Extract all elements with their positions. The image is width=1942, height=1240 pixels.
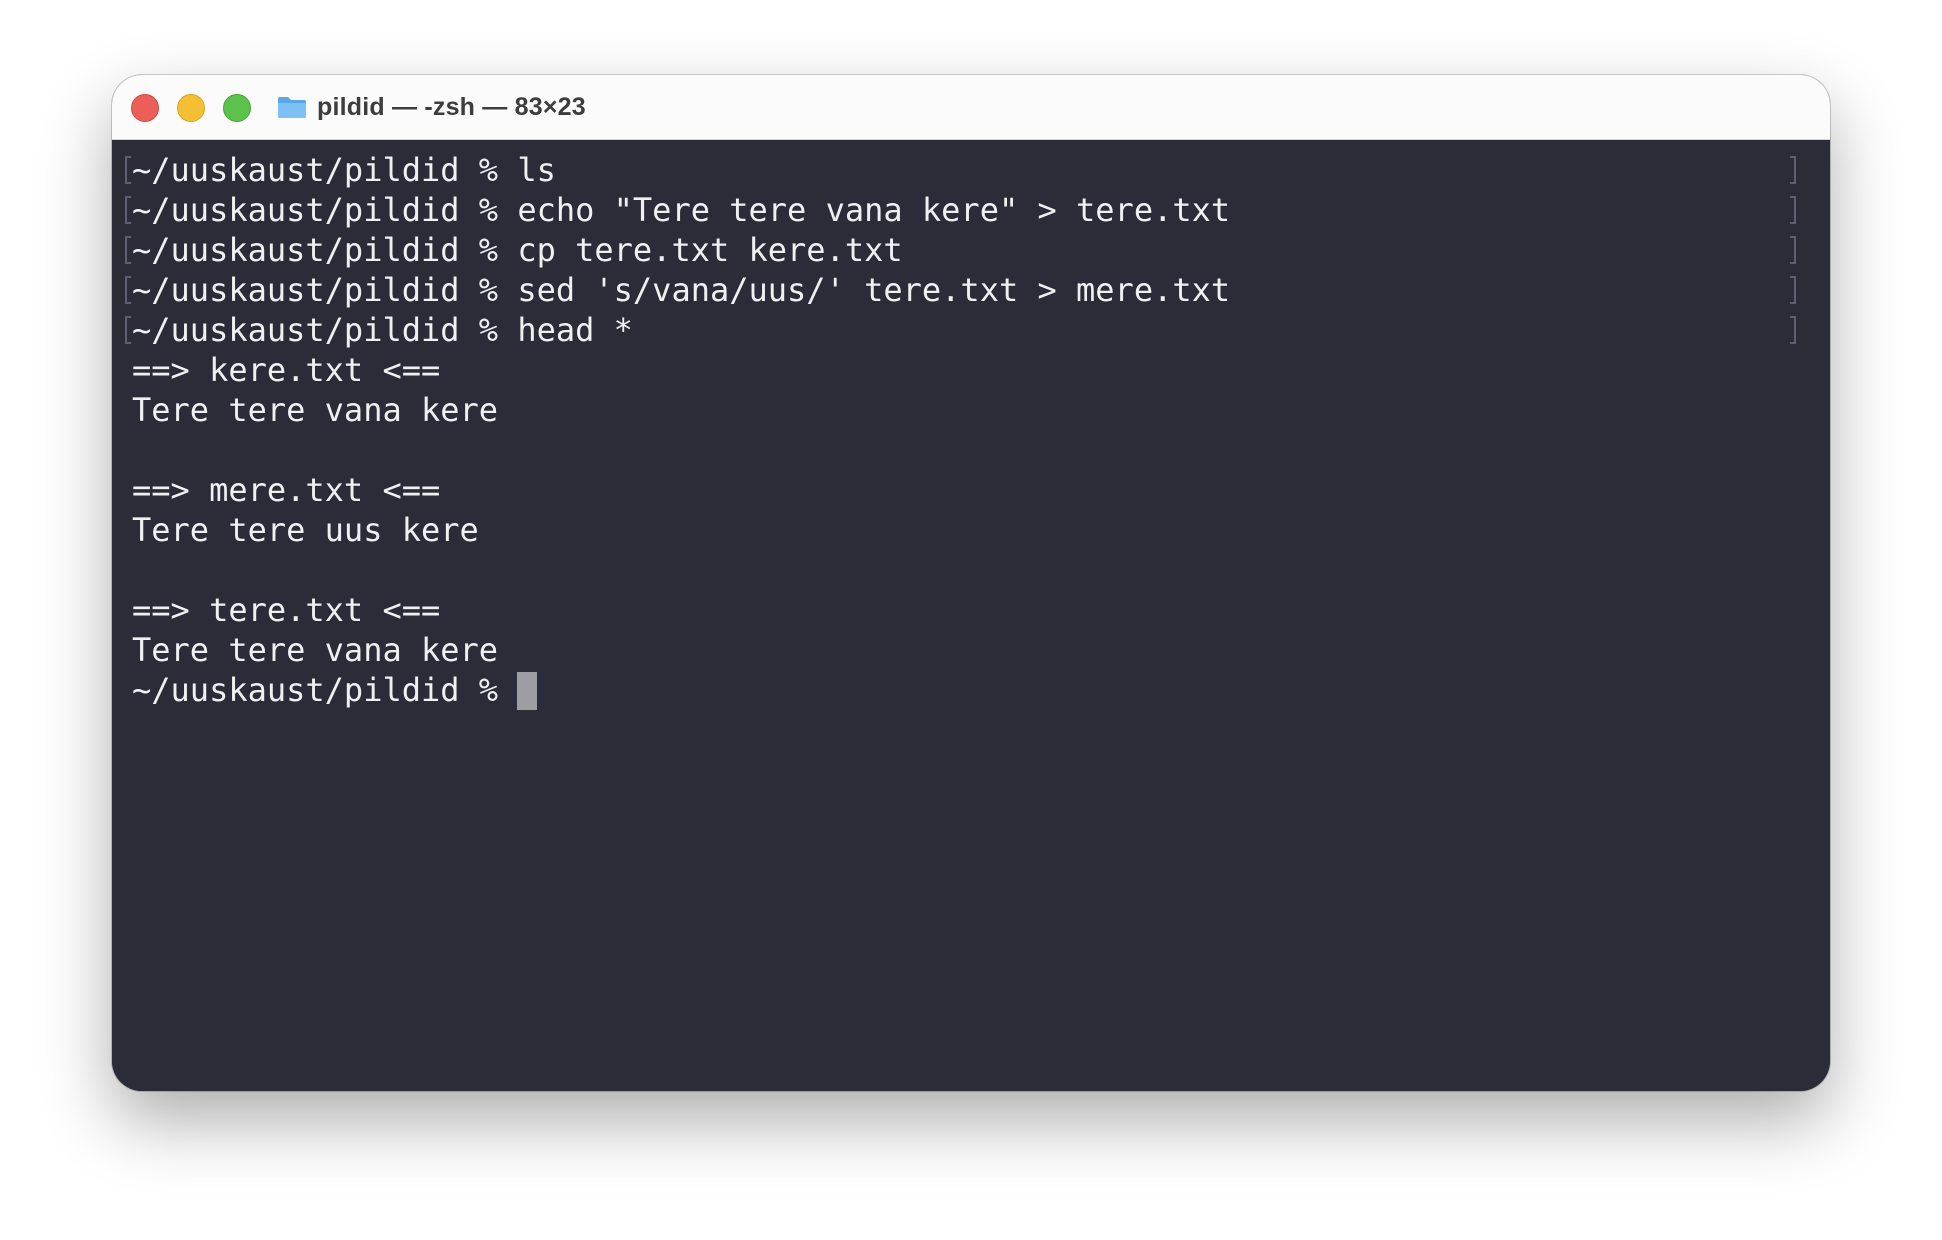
command-mark-left	[125, 316, 131, 344]
command-mark-right	[1790, 316, 1796, 344]
command-mark-right	[1790, 236, 1796, 264]
window-title-group: pildid — -zsh — 83×23	[277, 89, 586, 125]
title-bar[interactable]: pildid — -zsh — 83×23	[112, 75, 1830, 140]
terminal-content[interactable]: ~/uuskaust/pildid % ls ~/uuskaust/pildid…	[112, 140, 1830, 1091]
text-cursor	[517, 672, 538, 710]
prompt-line[interactable]: ~/uuskaust/pildid %	[132, 670, 538, 710]
terminal-line: ~/uuskaust/pildid % head *	[132, 311, 633, 349]
command-mark-left	[125, 236, 131, 264]
terminal-line: Tere tere vana kere	[132, 631, 499, 669]
terminal-line: Tere tere uus kere	[132, 511, 479, 549]
terminal-line: ==> tere.txt <==	[132, 591, 441, 629]
prompt-text: ~/uuskaust/pildid %	[132, 671, 518, 709]
command-mark-left	[125, 196, 131, 224]
terminal-line: ~/uuskaust/pildid % sed 's/vana/uus/' te…	[132, 271, 1231, 309]
terminal-line: ~/uuskaust/pildid % echo "Tere tere vana…	[132, 191, 1231, 229]
terminal-line: ~/uuskaust/pildid % cp tere.txt kere.txt	[132, 231, 903, 269]
terminal-line: Tere tere vana kere	[132, 391, 499, 429]
command-mark-right	[1790, 276, 1796, 304]
command-mark-left	[125, 276, 131, 304]
terminal-line: ==> kere.txt <==	[132, 351, 441, 389]
terminal-line: ==> mere.txt <==	[132, 471, 441, 509]
command-mark-right	[1790, 196, 1796, 224]
command-mark-right	[1790, 156, 1796, 184]
minimize-button[interactable]	[177, 94, 205, 122]
close-button[interactable]	[131, 94, 159, 122]
command-mark-left	[125, 156, 131, 184]
folder-icon	[278, 97, 306, 118]
window-title: pildid — -zsh — 83×23	[317, 92, 586, 121]
terminal-window: pildid — -zsh — 83×23 ~/uuskaust/pildid …	[112, 75, 1830, 1091]
terminal-line: ~/uuskaust/pildid % ls	[132, 151, 556, 189]
maximize-button[interactable]	[223, 94, 251, 122]
